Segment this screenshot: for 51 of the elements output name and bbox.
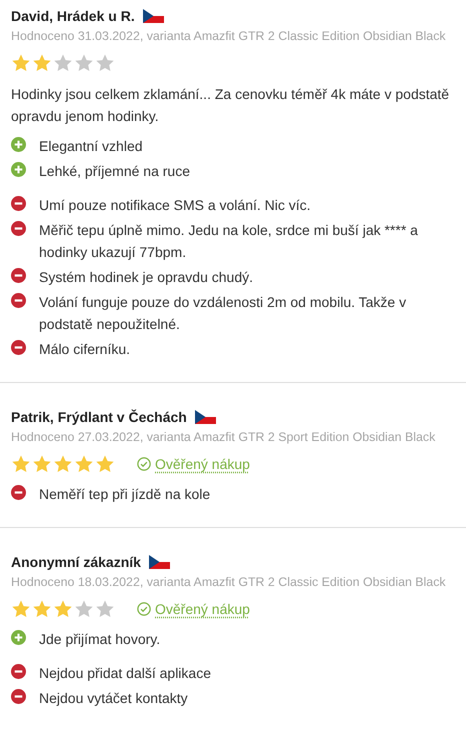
review-text: Hodinky jsou celkem zklamání... Za cenovku téměř 4k máte v podstatě opravdu jenom hodinky. — [11, 85, 450, 126]
pro-text: Elegantní vzhled — [39, 137, 143, 156]
pro-text: Lehké, příjemné na ruce — [39, 162, 190, 181]
con-text: Volání funguje pouze do vzdálenosti 2m od mobilu. Takže v podstatě nepoužitelné. — [39, 293, 408, 334]
plus-icon — [11, 162, 26, 177]
con-text: Systém hodinek je opravdu chudý. — [39, 268, 254, 287]
star-icon — [74, 454, 94, 474]
reviewer-name: David, Hrádek u R. — [11, 8, 135, 24]
con-text: Nejdou vytáčet kontakty — [39, 689, 188, 708]
check-circle-icon — [137, 457, 151, 471]
star-icon — [11, 454, 31, 474]
star-icon — [95, 599, 115, 619]
star-icon — [53, 599, 73, 619]
star-icon — [32, 599, 52, 619]
star-icon — [11, 599, 31, 619]
flag-icon — [194, 410, 216, 424]
minus-icon — [11, 221, 26, 236]
minus-icon — [11, 268, 26, 283]
plus-icon — [11, 137, 26, 152]
pro-text: Jde přijímat hovory. — [39, 630, 160, 649]
star-icon — [74, 599, 94, 619]
review-meta: Hodnoceno 18.03.2022, varianta Amazfit GTR 2 Classic Edition Obsidian Black — [11, 575, 447, 589]
review-meta: Hodnoceno 27.03.2022, varianta Amazfit GTR 2 Sport Edition Obsidian Black — [11, 430, 436, 444]
star-icon — [11, 53, 31, 73]
star-icon — [95, 454, 115, 474]
verified-purchase-link[interactable]: Ověřený nákup — [137, 601, 250, 617]
star-icon — [74, 53, 94, 73]
con-text: Nejdou přidat další aplikace — [39, 664, 211, 683]
review-meta: Hodnoceno 31.03.2022, varianta Amazfit GTR 2 Classic Edition Obsidian Black — [11, 29, 447, 43]
minus-icon — [11, 196, 26, 211]
con-text: Málo ciferníku. — [39, 340, 130, 359]
star-icon — [95, 53, 115, 73]
reviewer-name: Anonymní zákazník — [11, 554, 141, 570]
minus-icon — [11, 689, 26, 704]
star-icon — [53, 53, 73, 73]
flag-icon — [142, 9, 164, 23]
minus-icon — [11, 340, 26, 355]
star-icon — [32, 53, 52, 73]
con-text: Měřič tepu úplně mimo. Jedu na kole, srdce mi buší jak **** a hodinky ukazují 77bpm. — [39, 221, 419, 262]
star-icon — [32, 454, 52, 474]
con-text: Umí pouze notifikace SMS a volání. Nic víc. — [39, 196, 311, 215]
check-circle-icon — [137, 602, 151, 616]
minus-icon — [11, 485, 26, 500]
star-icon — [53, 454, 73, 474]
minus-icon — [11, 664, 26, 679]
con-text: Neměří tep při jízdě na kole — [39, 485, 210, 504]
verified-purchase-link[interactable]: Ověřený nákup — [137, 456, 250, 472]
reviewer-name: Patrik, Frýdlant v Čechách — [11, 409, 187, 425]
plus-icon — [11, 630, 26, 645]
flag-icon — [148, 555, 170, 569]
minus-icon — [11, 293, 26, 308]
